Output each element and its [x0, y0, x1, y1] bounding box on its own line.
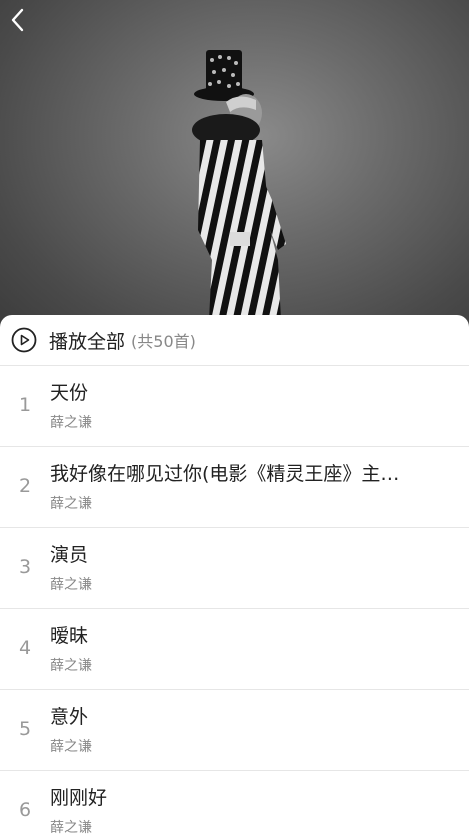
song-artist: 薛之谦: [50, 577, 92, 593]
song-list-sheet: 播放全部 (共50首) 1 天份 薛之谦 2 我好像在哪见过你(电影《精灵王座》…: [0, 315, 469, 834]
song-artist: 薛之谦: [50, 820, 92, 834]
song-index: 4: [18, 637, 32, 659]
chevron-left-icon: [11, 8, 24, 32]
play-circle-icon: [11, 327, 37, 353]
play-all-button[interactable]: 播放全部 (共50首): [0, 315, 469, 366]
back-button[interactable]: [10, 8, 38, 36]
song-artist: 薛之谦: [50, 739, 92, 755]
song-row[interactable]: 3 演员 薛之谦: [0, 528, 469, 609]
song-index: 2: [18, 475, 32, 497]
song-index: 3: [18, 556, 32, 578]
song-title: 演员: [50, 544, 89, 566]
song-row[interactable]: 6 刚刚好 薛之谦: [0, 771, 469, 834]
song-row[interactable]: 1 天份 薛之谦: [0, 366, 469, 447]
song-title: 暧昧: [50, 625, 89, 647]
song-title: 刚刚好: [50, 787, 108, 809]
song-row[interactable]: 4 暧昧 薛之谦: [0, 609, 469, 690]
song-title: 天份: [50, 382, 89, 404]
song-artist: 薛之谦: [50, 496, 92, 512]
song-artist: 薛之谦: [50, 415, 92, 431]
song-row[interactable]: 5 意外 薛之谦: [0, 690, 469, 771]
song-count: (共50首): [131, 332, 196, 351]
song-index: 1: [18, 394, 32, 416]
song-title: 意外: [50, 706, 89, 728]
song-title: 我好像在哪见过你(电影《精灵王座》主…: [50, 463, 400, 485]
song-index: 5: [18, 718, 32, 740]
song-index: 6: [18, 799, 32, 821]
artist-photo: [0, 0, 469, 340]
artist-songs-page: 播放全部 (共50首) 1 天份 薛之谦 2 我好像在哪见过你(电影《精灵王座》…: [0, 0, 469, 834]
artist-figure-illustration: [192, 50, 286, 340]
play-all-label: 播放全部: [49, 330, 126, 353]
song-artist: 薛之谦: [50, 658, 92, 674]
song-row[interactable]: 2 我好像在哪见过你(电影《精灵王座》主… 薛之谦: [0, 447, 469, 528]
